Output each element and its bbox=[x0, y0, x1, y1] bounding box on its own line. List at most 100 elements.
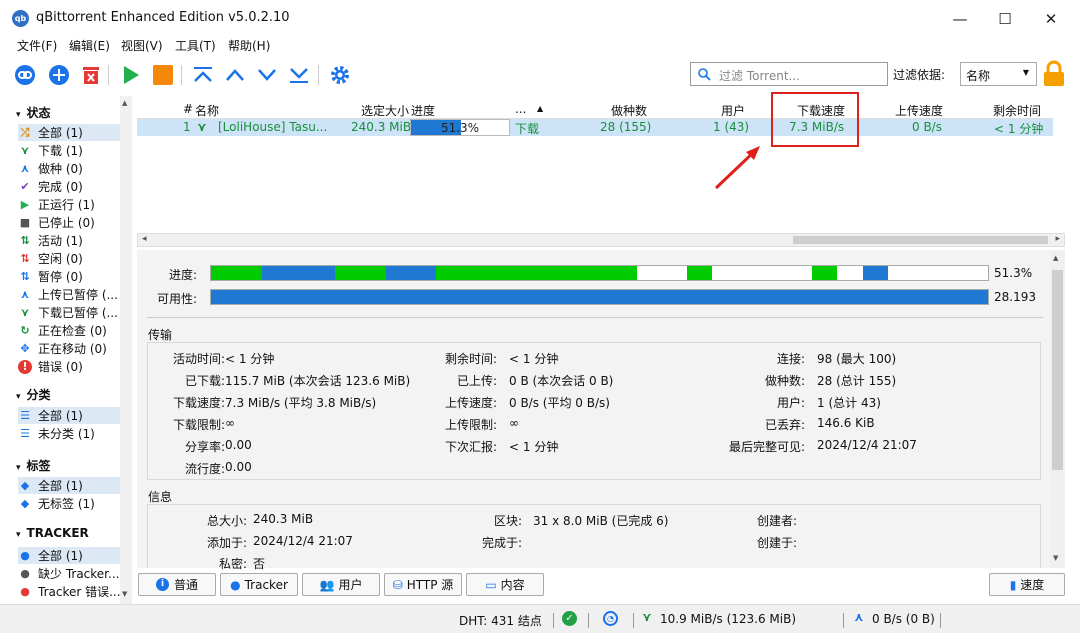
tracker-header[interactable]: ▾ TRACKER bbox=[16, 526, 89, 540]
progress-value: 51.3% bbox=[994, 266, 1033, 280]
link-icon[interactable] bbox=[14, 64, 36, 86]
tab-http-sources[interactable]: ⛁ HTTP 源 bbox=[384, 573, 462, 596]
category-item-uncategorized[interactable]: ☰ 未分类 (1) bbox=[18, 425, 130, 442]
details-scrollbar[interactable]: ▲ ▼ bbox=[1050, 250, 1065, 568]
pin-icon: ● bbox=[230, 577, 241, 592]
field-label: 做种数: bbox=[764, 374, 805, 388]
field-value: 0.00 bbox=[225, 438, 252, 452]
tag-item-untagged[interactable]: ◆ 无标签 (1) bbox=[18, 495, 130, 512]
category-header[interactable]: ▾ 分类 bbox=[16, 386, 51, 403]
filter-by-label: 过滤依据: bbox=[893, 68, 946, 82]
field-value: 98 (最大 100) bbox=[817, 352, 897, 366]
maximize-button[interactable]: ☐ bbox=[985, 5, 1025, 33]
start-icon[interactable] bbox=[120, 64, 142, 86]
red-arrow-annotation bbox=[714, 146, 760, 190]
table-row[interactable]: 1 ⋎ [LoliHouse] Tasu... 240.3 MiB 51.3% … bbox=[137, 119, 1053, 136]
sidebar-item-error[interactable]: ! 错误 (0) bbox=[18, 358, 130, 375]
list-icon: ☰ bbox=[20, 409, 30, 422]
tracker-item-missing[interactable]: ● 缺少 Tracker... bbox=[18, 565, 130, 582]
sidebar-item-checking[interactable]: ↻ 正在检查 (0) bbox=[18, 322, 130, 339]
download-status[interactable]: 10.9 MiB/s (123.6 MiB) bbox=[660, 612, 796, 626]
chevron-down-icon: ▼ bbox=[1022, 68, 1029, 77]
sidebar-item-active[interactable]: ⇅ 活动 (1) bbox=[18, 232, 130, 249]
col-up-speed[interactable]: 上传速度 bbox=[895, 102, 943, 119]
menu-help[interactable]: 帮助(H) bbox=[228, 37, 270, 54]
filter-input[interactable]: 过滤 Torrent... bbox=[690, 62, 888, 86]
menu-tools[interactable]: 工具(T) bbox=[175, 37, 216, 54]
filter-by-select[interactable]: 名称 ▼ bbox=[960, 62, 1037, 86]
lock-icon[interactable] bbox=[1043, 60, 1065, 91]
col-status[interactable]: ... bbox=[515, 102, 526, 116]
field-label: 用户: bbox=[776, 396, 805, 410]
connection-status-icon[interactable]: ✓ bbox=[562, 611, 577, 626]
field-value: 28 (总计 155) bbox=[817, 374, 897, 388]
move-up-icon[interactable] bbox=[224, 64, 246, 86]
upload-status[interactable]: 0 B/s (0 B) bbox=[872, 612, 935, 626]
sidebar-scrollbar[interactable]: ▲ ▼ bbox=[120, 96, 132, 604]
availability-label: 可用性: bbox=[156, 292, 197, 306]
tab-general[interactable]: i 普通 bbox=[138, 573, 216, 596]
col-name[interactable]: 名称 bbox=[195, 102, 219, 119]
stop-icon[interactable] bbox=[152, 64, 174, 86]
speed-button[interactable]: ▮ 速度 bbox=[989, 573, 1065, 596]
sidebar-item-running[interactable]: ▶ 正运行 (1) bbox=[18, 196, 130, 213]
sidebar-item-paused[interactable]: ⇅ 暂停 (0) bbox=[18, 268, 130, 285]
field-label: 连接: bbox=[776, 352, 805, 366]
sidebar-item-upload-paused[interactable]: ⋏ 上传已暂停 (... bbox=[18, 286, 130, 303]
pieces-bar bbox=[210, 265, 989, 281]
field-label: 流行度: bbox=[184, 462, 225, 476]
field-label: 下载限制: bbox=[172, 418, 225, 432]
add-torrent-icon[interactable] bbox=[48, 64, 70, 86]
minimize-button[interactable]: — bbox=[940, 5, 980, 33]
move-top-icon[interactable] bbox=[192, 64, 214, 86]
speed-limit-icon[interactable]: ◔ bbox=[603, 611, 618, 626]
category-item-all[interactable]: ☰ 全部 (1) bbox=[18, 407, 130, 424]
row-peers: 1 (43) bbox=[713, 120, 750, 134]
menu-edit[interactable]: 编辑(E) bbox=[69, 37, 110, 54]
sidebar-item-completed[interactable]: ✔ 完成 (0) bbox=[18, 178, 130, 195]
field-value: 0 B (本次会话 0 B) bbox=[509, 374, 614, 388]
col-eta[interactable]: 剩余时间 bbox=[993, 102, 1041, 119]
sidebar-item-moving[interactable]: ✥ 正在移动 (0) bbox=[18, 340, 130, 357]
bar-chart-icon: ▮ bbox=[1009, 577, 1017, 592]
menu-view[interactable]: 视图(V) bbox=[121, 37, 163, 54]
col-progress[interactable]: 进度 bbox=[411, 102, 435, 119]
move-bottom-icon[interactable] bbox=[288, 64, 310, 86]
col-size[interactable]: 选定大小 bbox=[361, 102, 409, 119]
delete-icon[interactable] bbox=[80, 64, 102, 86]
pin-icon: ● bbox=[20, 567, 30, 580]
sidebar-item-all[interactable]: ⤮ 全部 (1) bbox=[18, 124, 130, 141]
col-index[interactable]: # bbox=[183, 102, 193, 116]
tab-content[interactable]: ▭ 内容 bbox=[466, 573, 544, 596]
field-value: 31 x 8.0 MiB (已完成 6) bbox=[533, 514, 669, 528]
close-button[interactable]: ✕ bbox=[1031, 5, 1071, 33]
sidebar-item-downloading[interactable]: ⋎ 下载 (1) bbox=[18, 142, 130, 159]
sidebar-item-idle[interactable]: ⇅ 空闲 (0) bbox=[18, 250, 130, 267]
menu-file[interactable]: 文件(F) bbox=[17, 37, 57, 54]
field-label: 已上传: bbox=[456, 374, 497, 388]
row-progress-bar: 51.3% bbox=[410, 119, 510, 136]
details-panel: 进度: 51.3% 可用性: 28.193 传输 活动时间: < 1 分钟 已下… bbox=[137, 250, 1065, 571]
tags-header[interactable]: ▾ 标签 bbox=[16, 457, 51, 474]
tracker-item-all[interactable]: ● 全部 (1) bbox=[18, 547, 130, 564]
sidebar-item-download-paused[interactable]: ⋎ 下载已暂停 (... bbox=[18, 304, 130, 321]
tracker-item-error[interactable]: ● Tracker 错误... bbox=[18, 583, 130, 600]
field-label: 已丢弃: bbox=[764, 418, 805, 432]
tab-peers[interactable]: 👥 用户 bbox=[302, 573, 380, 596]
status-header[interactable]: ▾ 状态 bbox=[16, 104, 51, 121]
piece-segment bbox=[862, 266, 888, 280]
move-down-icon[interactable] bbox=[256, 64, 278, 86]
col-seeds[interactable]: 做种数 bbox=[611, 102, 647, 119]
app-icon: qb bbox=[12, 10, 29, 27]
download-chevrons-icon: ⋎ bbox=[20, 144, 30, 157]
field-label: 私密: bbox=[218, 557, 247, 571]
tab-trackers[interactable]: ● Tracker bbox=[220, 573, 298, 596]
tag-item-all[interactable]: ◆ 全部 (1) bbox=[18, 477, 130, 494]
gear-icon[interactable] bbox=[329, 64, 351, 86]
sidebar-item-seeding[interactable]: ⋏ 做种 (0) bbox=[18, 160, 130, 177]
col-peers[interactable]: 用户 bbox=[721, 102, 745, 119]
sidebar-item-stopped[interactable]: ■ 已停止 (0) bbox=[18, 214, 130, 231]
field-label: 创建于: bbox=[756, 536, 797, 550]
database-icon: ⛁ bbox=[392, 577, 403, 592]
table-h-scrollbar[interactable]: ◂ ▸ bbox=[137, 233, 1065, 247]
